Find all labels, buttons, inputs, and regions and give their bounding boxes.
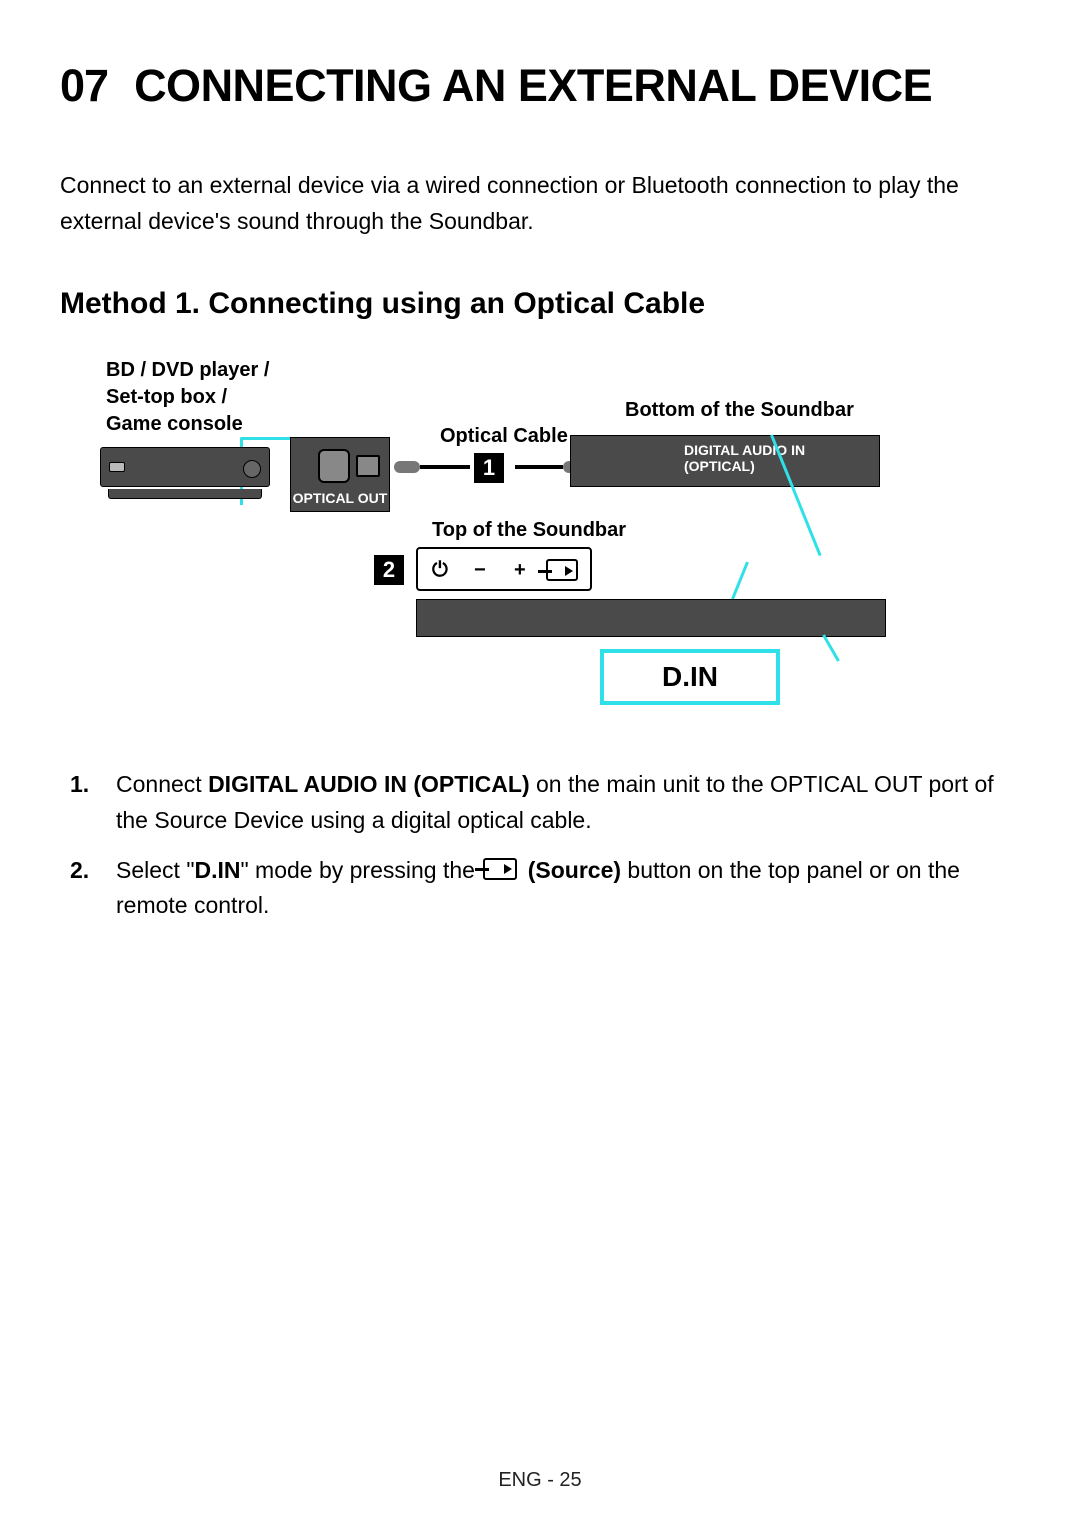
section-number: 07	[60, 60, 108, 112]
source-device-icon	[100, 447, 270, 487]
step-number: 2.	[70, 853, 89, 889]
source-icon	[546, 559, 578, 581]
step-badge-1: 1	[474, 453, 504, 483]
instruction-step-2: 2. Select "D.IN" mode by pressing the (S…	[110, 853, 1020, 924]
volume-up-icon: +	[514, 559, 526, 582]
optical-out-label: OPTICAL OUT	[290, 487, 390, 511]
soundbar-top-label: Top of the Soundbar	[432, 517, 626, 544]
instruction-list: 1. Connect DIGITAL AUDIO IN (OPTICAL) on…	[60, 767, 1020, 924]
step-badge-2: 2	[374, 555, 404, 585]
soundbar-body-icon	[416, 599, 886, 637]
power-icon: ⏻	[432, 559, 448, 582]
section-heading: 07 CONNECTING AN EXTERNAL DEVICE	[60, 60, 1020, 112]
display-mode-callout: D.IN	[600, 649, 780, 705]
soundbar-controls-icon: ⏻ − +	[416, 547, 592, 591]
optical-plug-icon	[356, 455, 380, 477]
source-device-label: BD / DVD player / Set-top box / Game con…	[106, 357, 269, 438]
method-title: Method 1. Connecting using an Optical Ca…	[60, 287, 1020, 321]
source-icon	[483, 858, 517, 880]
callout-line-icon	[731, 562, 749, 600]
intro-paragraph: Connect to an external device via a wire…	[60, 168, 1020, 239]
soundbar-bottom-label: Bottom of the Soundbar	[625, 397, 854, 424]
connection-diagram: BD / DVD player / Set-top box / Game con…	[60, 357, 1020, 707]
cable-segment-icon	[420, 465, 470, 469]
cable-segment-icon	[394, 461, 420, 473]
optical-jack-icon	[318, 449, 350, 483]
page-footer: ENG - 25	[0, 1469, 1080, 1492]
instruction-step-1: 1. Connect DIGITAL AUDIO IN (OPTICAL) on…	[110, 767, 1020, 838]
volume-down-icon: −	[474, 559, 486, 582]
step-number: 1.	[70, 767, 89, 803]
optical-cable-label: Optical Cable	[440, 423, 568, 450]
source-device-base-icon	[108, 489, 262, 499]
section-title: CONNECTING AN EXTERNAL DEVICE	[134, 60, 932, 112]
callout-line-icon	[822, 635, 840, 662]
cable-segment-icon	[515, 465, 563, 469]
